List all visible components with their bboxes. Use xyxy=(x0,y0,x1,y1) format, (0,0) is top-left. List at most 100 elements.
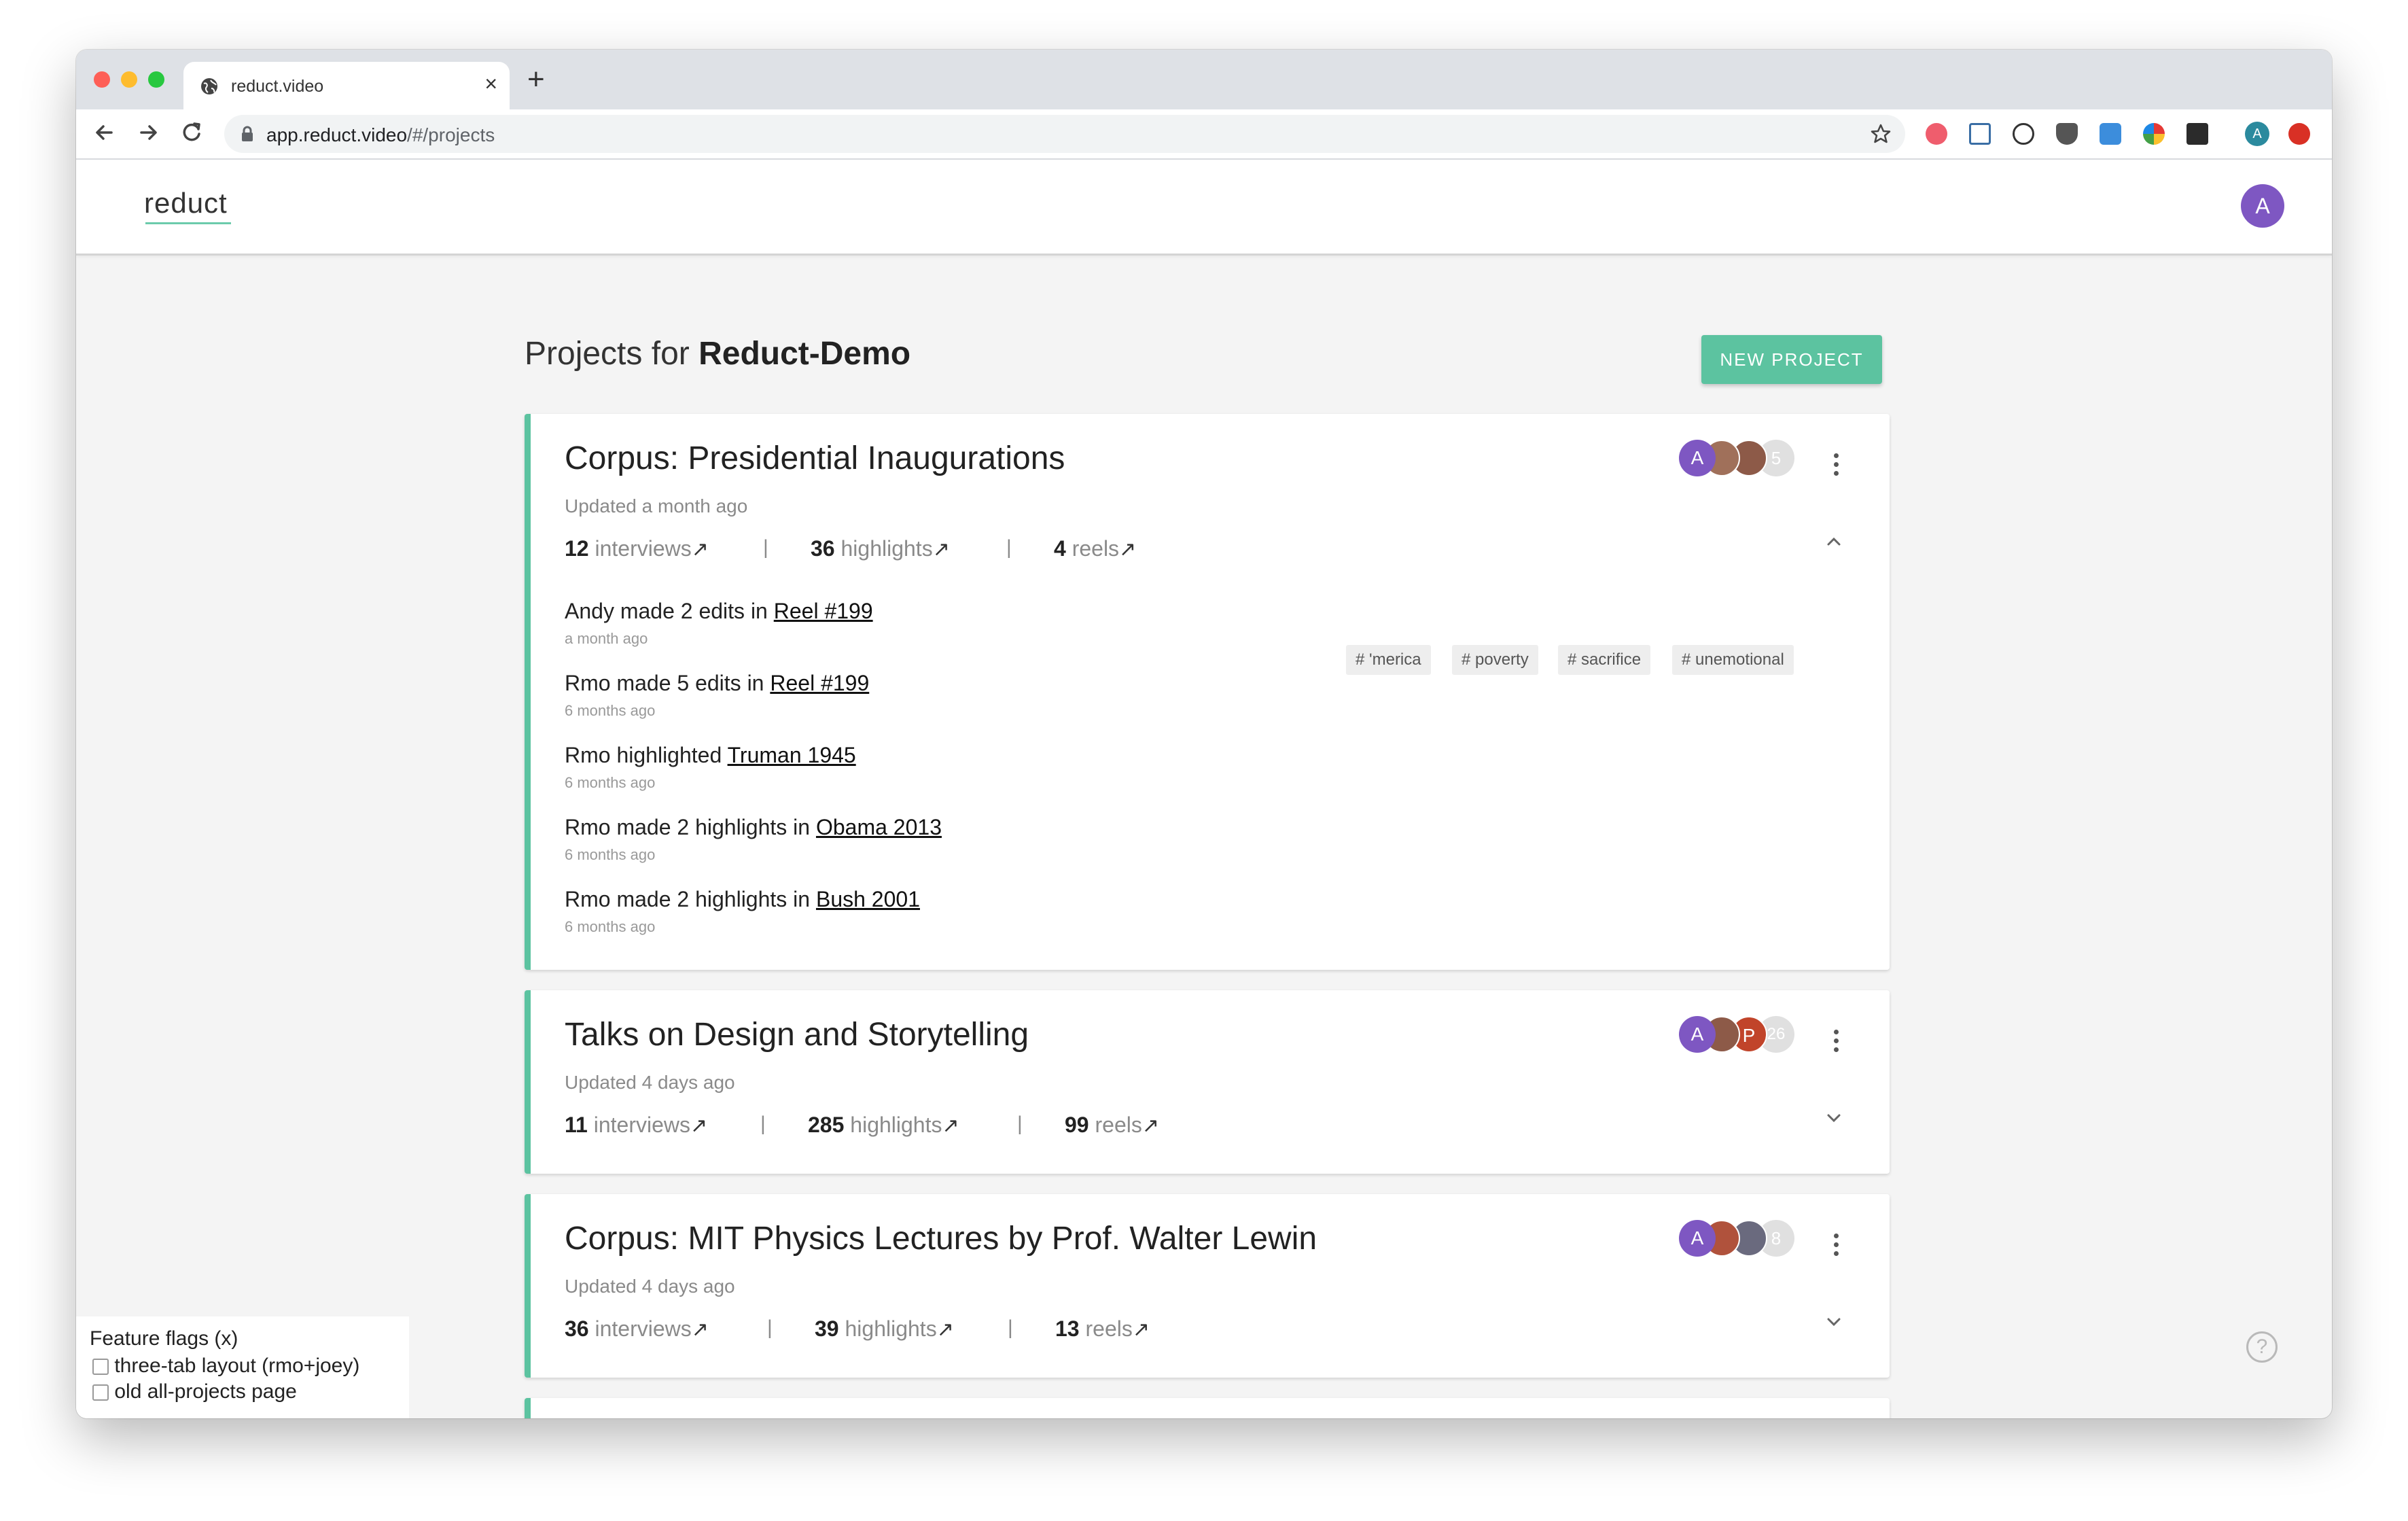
chevron-down-icon[interactable] xyxy=(1824,1108,1843,1127)
stat-separator: | xyxy=(760,1113,766,1135)
tag-chip[interactable]: # unemotional xyxy=(1672,645,1794,675)
project-menu-kebab-icon[interactable] xyxy=(1832,453,1841,480)
extension-color-icon[interactable] xyxy=(2143,123,2165,145)
browser-tab[interactable]: reduct.video × xyxy=(183,62,510,109)
reels-link[interactable]: 13 reels↗ xyxy=(1055,1316,1150,1342)
url-path: /#/projects xyxy=(407,124,495,145)
project-title[interactable]: Corpus: MIT Physics Lectures by Prof. Wa… xyxy=(565,1220,1317,1257)
reels-label: reels xyxy=(1095,1113,1142,1137)
activity-link[interactable]: Obama 2013 xyxy=(816,815,942,839)
interviews-count: 11 xyxy=(565,1113,588,1137)
feature-flags-title[interactable]: Feature flags (x) xyxy=(90,1327,238,1350)
reels-count: 4 xyxy=(1054,536,1066,561)
bookmark-star-icon[interactable] xyxy=(1870,123,1892,145)
highlights-link[interactable]: 36 highlights↗ xyxy=(811,536,950,561)
new-tab-button[interactable]: + xyxy=(527,65,545,94)
interviews-count: 12 xyxy=(565,536,589,561)
extension-t-icon[interactable] xyxy=(1926,123,1947,145)
external-arrow-icon: ↗ xyxy=(690,1115,708,1137)
reels-link[interactable]: 4 reels↗ xyxy=(1054,536,1136,561)
extension-dark-icon[interactable] xyxy=(2186,123,2208,145)
member-avatars[interactable]: 8 A xyxy=(1679,1219,1801,1258)
external-arrow-icon: ↗ xyxy=(691,1318,709,1341)
extension-update-icon[interactable] xyxy=(2288,123,2310,145)
user-avatar[interactable]: A xyxy=(2241,184,2284,228)
highlights-count: 285 xyxy=(808,1113,845,1137)
back-arrow-icon[interactable] xyxy=(90,118,120,147)
tag-chip[interactable]: # sacrifice xyxy=(1558,645,1651,675)
maximize-window-button[interactable] xyxy=(148,71,164,88)
activity-text: Rmo made 2 highlights in xyxy=(565,887,816,911)
reels-link[interactable]: 99 reels↗ xyxy=(1065,1113,1159,1138)
project-card[interactable]: Corpus: Presidential Inaugurations Updat… xyxy=(525,414,1890,970)
tag-chip[interactable]: # poverty xyxy=(1452,645,1538,675)
activity-link[interactable]: Truman 1945 xyxy=(728,743,856,767)
extension-shield-icon[interactable] xyxy=(2056,123,2078,145)
interviews-link[interactable]: 12 interviews↗ xyxy=(565,536,709,561)
activity-time: 6 months ago xyxy=(565,702,656,719)
activity-item: Rmo made 5 edits in Reel #199 xyxy=(565,671,869,696)
app-header: reduct A xyxy=(76,160,2332,256)
tag-chip[interactable]: # 'merica xyxy=(1346,645,1431,675)
logo-underline xyxy=(145,222,231,224)
tab-strip: reduct.video × + xyxy=(76,50,2332,109)
extension-lock-icon[interactable] xyxy=(2100,123,2121,145)
reload-icon[interactable] xyxy=(177,118,207,147)
feature-flag-row: three-tab layout (rmo+joey) xyxy=(92,1354,359,1378)
browser-profile-avatar[interactable]: A xyxy=(2245,122,2269,146)
highlights-link[interactable]: 39 highlights↗ xyxy=(815,1316,954,1342)
external-arrow-icon: ↗ xyxy=(1119,538,1137,561)
activity-item: Andy made 2 edits in Reel #199 xyxy=(565,599,873,624)
activity-time: a month ago xyxy=(565,630,648,647)
activity-link[interactable]: Bush 2001 xyxy=(816,887,920,911)
external-arrow-icon: ↗ xyxy=(942,1115,959,1137)
feature-flag-checkbox[interactable] xyxy=(92,1384,109,1401)
minimize-window-button[interactable] xyxy=(121,71,137,88)
highlights-link[interactable]: 285 highlights↗ xyxy=(808,1113,959,1138)
project-card[interactable] xyxy=(525,1398,1890,1418)
url-text: app.reduct.video/#/projects xyxy=(266,124,495,146)
activity-time: 6 months ago xyxy=(565,774,656,791)
member-avatars[interactable]: 5 A xyxy=(1679,438,1801,478)
interviews-link[interactable]: 11 interviews↗ xyxy=(565,1113,707,1138)
lock-icon xyxy=(242,126,253,141)
reduct-logo[interactable]: reduct xyxy=(144,187,228,220)
extension-window-icon[interactable] xyxy=(1969,123,1991,145)
interviews-link[interactable]: 36 interviews↗ xyxy=(565,1316,709,1342)
new-project-button[interactable]: NEW PROJECT xyxy=(1701,335,1882,384)
chevron-down-icon[interactable] xyxy=(1824,1312,1843,1331)
address-bar[interactable]: app.reduct.video/#/projects xyxy=(224,115,1905,153)
reels-count: 99 xyxy=(1065,1113,1089,1137)
project-card[interactable]: Talks on Design and Storytelling Updated… xyxy=(525,990,1890,1174)
project-updated: Updated a month ago xyxy=(565,495,748,517)
forward-arrow-icon[interactable] xyxy=(133,118,163,147)
activity-link[interactable]: Reel #199 xyxy=(770,671,869,695)
reels-label: reels xyxy=(1072,536,1120,561)
member-avatar: A xyxy=(1679,440,1716,476)
globe-icon xyxy=(201,78,217,94)
member-avatar: A xyxy=(1679,1220,1716,1257)
project-menu-kebab-icon[interactable] xyxy=(1832,1234,1841,1260)
close-window-button[interactable] xyxy=(94,71,110,88)
member-avatars[interactable]: 26 P A xyxy=(1679,1015,1801,1054)
project-updated: Updated 4 days ago xyxy=(565,1072,735,1093)
reels-label: reels xyxy=(1085,1316,1133,1341)
project-menu-kebab-icon[interactable] xyxy=(1832,1030,1841,1056)
org-name: Reduct-Demo xyxy=(698,336,911,372)
highlights-label: highlights xyxy=(845,1316,937,1341)
external-arrow-icon: ↗ xyxy=(932,538,950,561)
project-title[interactable]: Talks on Design and Storytelling xyxy=(565,1016,1029,1053)
tab-close-button[interactable]: × xyxy=(484,71,497,97)
feature-flag-checkbox[interactable] xyxy=(92,1359,109,1376)
activity-link[interactable]: Reel #199 xyxy=(774,599,873,623)
help-icon[interactable]: ? xyxy=(2246,1331,2278,1363)
activity-text: Andy made 2 edits in xyxy=(565,599,774,623)
chevron-up-icon[interactable] xyxy=(1824,532,1843,551)
url-host: app.reduct.video xyxy=(266,124,408,145)
project-card[interactable]: Corpus: MIT Physics Lectures by Prof. Wa… xyxy=(525,1194,1890,1378)
browser-window: reduct.video × + app.reduct.video/#/proj… xyxy=(76,50,2332,1418)
activity-item: Rmo made 2 highlights in Bush 2001 xyxy=(565,887,920,912)
project-title[interactable]: Corpus: Presidential Inaugurations xyxy=(565,440,1065,477)
project-updated: Updated 4 days ago xyxy=(565,1276,735,1297)
extension-password-icon[interactable] xyxy=(2013,123,2034,145)
